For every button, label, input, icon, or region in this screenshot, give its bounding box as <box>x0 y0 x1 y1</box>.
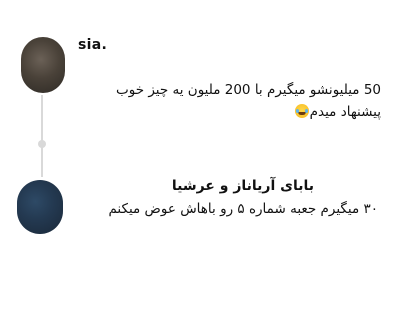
thread-connector-line <box>41 95 43 177</box>
avatar[interactable] <box>21 37 65 93</box>
avatar[interactable] <box>17 180 63 234</box>
reply-username[interactable]: بابای آریاناز و عرشیا <box>172 178 314 194</box>
comment-text: 50 میلیونشو میگیرم با 200 ملیون یه چیز خ… <box>116 82 381 120</box>
thread-connector-dot <box>38 140 46 148</box>
reply-text: ۳۰ میگیرم جعبه شماره ۵ رو باهاش عوض میکن… <box>108 201 378 217</box>
laughing-tears-emoji-icon <box>294 104 309 118</box>
comment-username[interactable]: sia. <box>78 37 107 53</box>
